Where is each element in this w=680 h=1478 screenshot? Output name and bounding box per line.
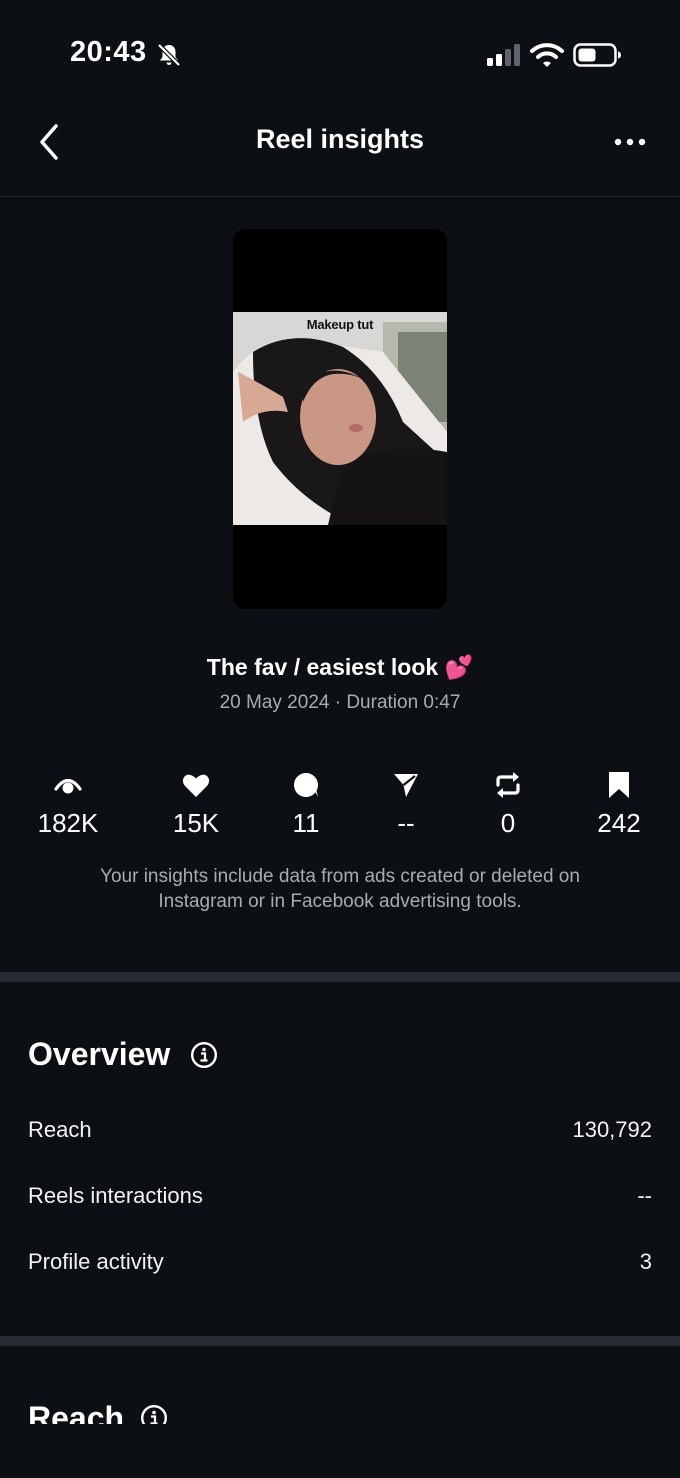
stat-saves-value: 242: [597, 808, 641, 838]
section-divider: [0, 972, 680, 982]
reach-info-icon[interactable]: [140, 1404, 168, 1424]
stat-saves: 242: [559, 770, 679, 839]
status-bar: 20:43: [0, 0, 680, 100]
comment-icon: [293, 773, 318, 797]
status-time: 20:43: [70, 36, 147, 68]
bell-muted-icon: [157, 43, 181, 67]
stat-likes: 15K: [136, 770, 256, 839]
overview-heading: Overview: [28, 1036, 171, 1072]
reel-meta: 20 May 2024 · Duration 0:47: [219, 692, 461, 713]
page-title: Reel insights: [255, 124, 425, 154]
wifi-icon: [530, 43, 564, 67]
overview-info-icon[interactable]: [190, 1041, 218, 1069]
stat-likes-value: 15K: [172, 808, 220, 838]
reel-title: The fav / easiest look 💕: [206, 654, 474, 680]
overview-row-value: --: [637, 1183, 652, 1208]
more-options-button[interactable]: [608, 128, 652, 156]
ads-disclaimer-line1: Your insights include data from ads crea…: [100, 866, 580, 887]
overview-row-reach[interactable]: Reach 130,792: [28, 1111, 652, 1151]
overview-row-reels-interactions[interactable]: Reels interactions --: [28, 1177, 652, 1217]
reel-thumbnail-caption: Makeup tut: [306, 317, 374, 332]
ads-disclaimer: Your insights include data from ads crea…: [50, 864, 630, 914]
stat-views-value: 182K: [37, 808, 99, 838]
reach-heading: Reach: [28, 1400, 125, 1424]
overview-row-value: 3: [639, 1249, 652, 1274]
overview-row-label: Reach: [28, 1117, 92, 1142]
overview-row-value: 130,792: [572, 1117, 652, 1142]
ads-disclaimer-line2: Instagram or in Facebook advertising too…: [158, 891, 522, 912]
share-icon: [394, 774, 418, 797]
stat-reposts: 0: [448, 770, 568, 839]
section-divider: [0, 1336, 680, 1346]
reel-cover-photo: [233, 312, 447, 525]
reach-section: Reach: [0, 1400, 680, 1424]
repost-icon: [496, 772, 520, 798]
overview-row-label: Profile activity: [28, 1249, 164, 1274]
battery-icon: [573, 43, 621, 67]
signal-icon: [487, 44, 520, 66]
eye-icon: [54, 778, 82, 794]
reel-thumbnail[interactable]: Makeup tut: [233, 229, 447, 609]
top-nav-bar: Reel insights: [0, 100, 680, 197]
stat-views: 182K: [8, 770, 128, 839]
bookmark-icon: [609, 772, 629, 798]
stat-reposts-value: 0: [500, 808, 516, 838]
heart-icon: [182, 774, 210, 797]
overview-row-profile-activity[interactable]: Profile activity 3: [28, 1243, 652, 1283]
overview-row-label: Reels interactions: [28, 1183, 203, 1208]
